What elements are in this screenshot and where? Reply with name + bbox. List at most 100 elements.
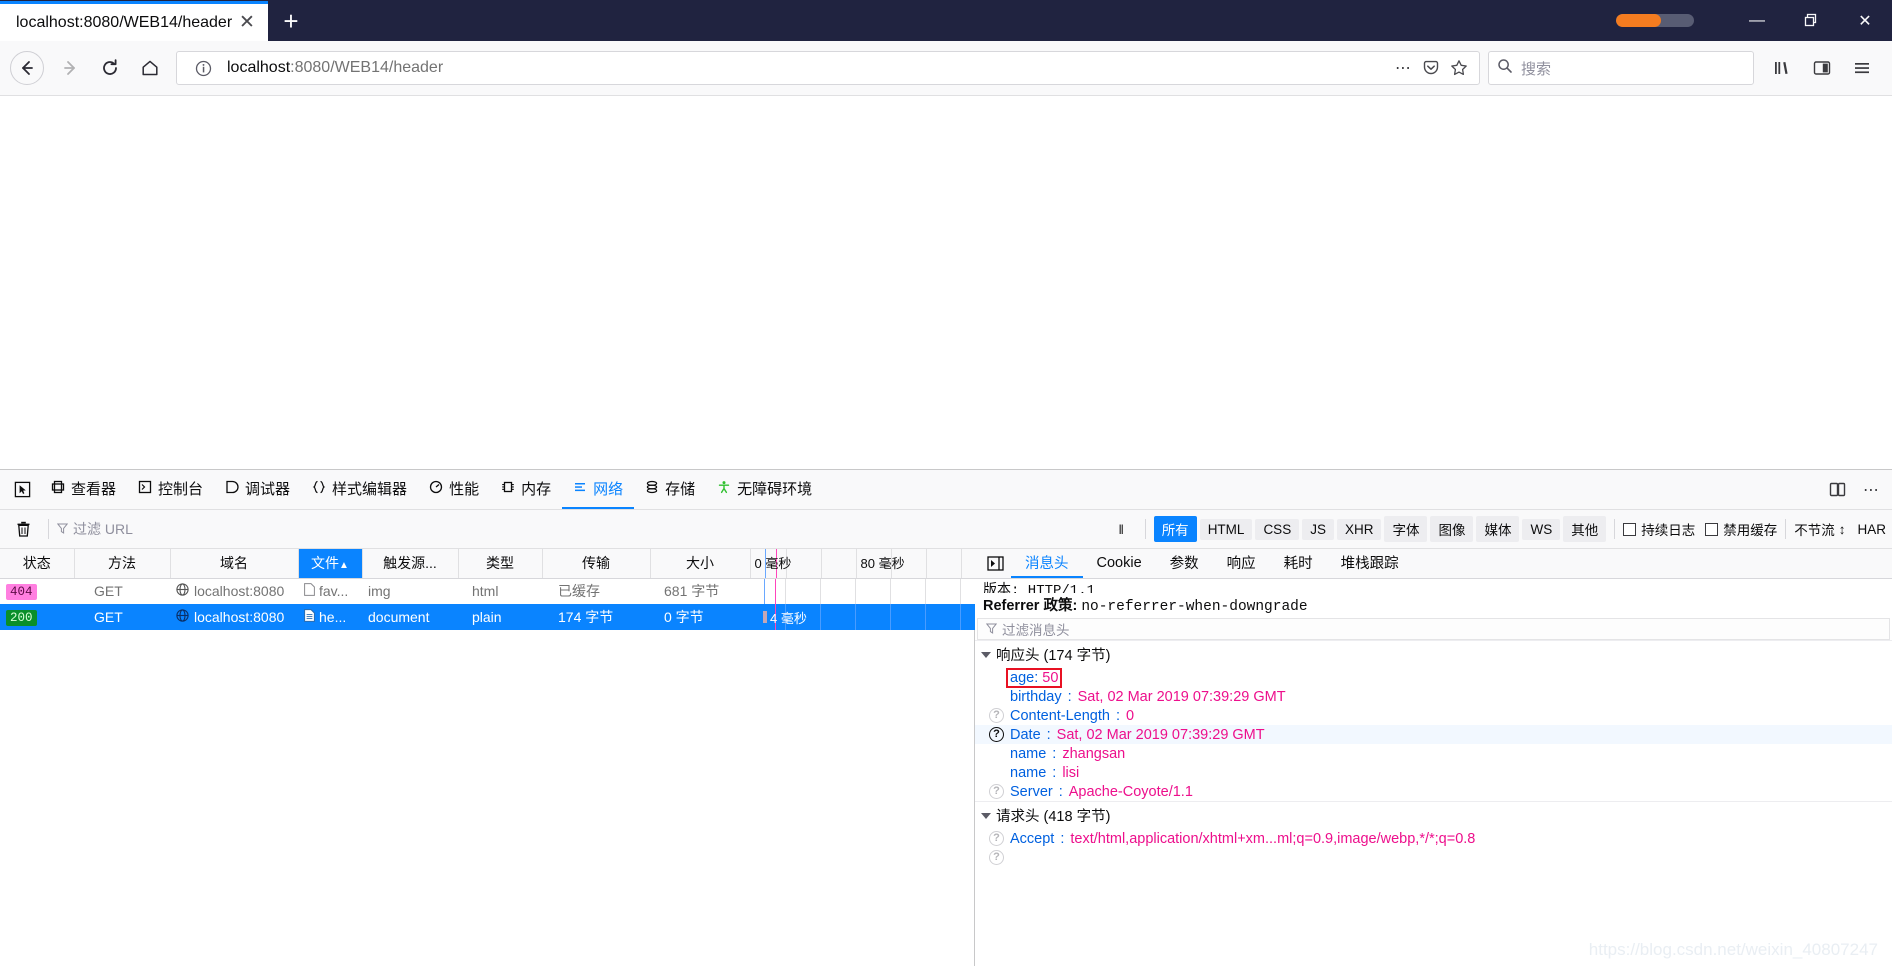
info-icon[interactable]: ? <box>989 708 1004 723</box>
ellipsis-icon[interactable]: ⋯ <box>1856 475 1886 505</box>
column-header-transfer[interactable]: 传输 <box>542 549 651 579</box>
new-tab-button[interactable]: + <box>270 1 312 41</box>
info-icon[interactable]: ? <box>989 850 1004 865</box>
filter-chip-ws[interactable]: WS <box>1522 518 1561 540</box>
cell-file: he... <box>298 604 362 630</box>
filter-chip-xhr[interactable]: XHR <box>1336 518 1382 540</box>
filter-chip-image[interactable]: 图像 <box>1430 516 1474 542</box>
network-filter-input[interactable]: 过滤 URL <box>56 516 1107 542</box>
filter-chip-all[interactable]: 所有 <box>1153 516 1197 542</box>
response-headers-group[interactable]: 响应头 (174 字节) <box>975 640 1892 668</box>
close-icon[interactable]: ✕ <box>234 10 260 36</box>
column-header-cause[interactable]: 触发源... <box>362 549 459 579</box>
info-icon[interactable] <box>189 54 217 82</box>
hamburger-menu-icon[interactable] <box>1842 48 1882 88</box>
request-headers-group[interactable]: 请求头 (418 字节) <box>975 801 1892 829</box>
persist-logs-checkbox[interactable]: 持续日志 <box>1623 519 1695 539</box>
header-value: Apache-Coyote/1.1 <box>1068 783 1193 800</box>
divider <box>1144 519 1146 539</box>
element-picker-icon[interactable] <box>4 470 40 509</box>
detail-tab-params[interactable]: 参数 <box>1156 549 1213 578</box>
detail-tab-timings[interactable]: 耗时 <box>1270 549 1327 578</box>
header-row-name-lisi[interactable]: name: lisi <box>975 763 1892 782</box>
filter-chip-other[interactable]: 其他 <box>1563 516 1607 542</box>
reload-button[interactable] <box>90 48 130 88</box>
forward-button[interactable] <box>50 48 90 88</box>
devtools-tab-style-editor[interactable]: 样式编辑器 <box>301 470 418 509</box>
info-icon <box>989 670 1004 685</box>
column-header-domain[interactable]: 域名 <box>170 549 299 579</box>
info-icon[interactable]: ? <box>989 727 1004 742</box>
column-header-status[interactable]: 状态 <box>0 549 75 579</box>
dock-toggle-icon[interactable] <box>1822 475 1852 505</box>
throttle-select[interactable]: 不节流 ↕ <box>1794 519 1845 539</box>
window-minimize-button[interactable]: — <box>1730 0 1784 41</box>
column-header-method[interactable]: 方法 <box>74 549 171 579</box>
sidebar-icon[interactable] <box>1802 48 1842 88</box>
header-value: Sat, 02 Mar 2019 07:39:29 GMT <box>1077 688 1286 705</box>
devtools-tab-performance[interactable]: 性能 <box>418 470 490 509</box>
window-close-button[interactable]: ✕ <box>1838 0 1892 41</box>
devtools-tab-label: 控制台 <box>158 481 204 498</box>
filter-chip-media[interactable]: 媒体 <box>1476 516 1520 542</box>
devtools-tab-console[interactable]: 控制台 <box>127 470 214 509</box>
browser-tab[interactable]: localhost:8080/WEB14/header ✕ <box>0 1 268 41</box>
home-button[interactable] <box>130 48 170 88</box>
header-row-birthday[interactable]: birthday: Sat, 02 Mar 2019 07:39:29 GMT <box>975 687 1892 706</box>
detail-tab-headers[interactable]: 消息头 <box>1011 549 1083 578</box>
header-value: lisi <box>1062 764 1080 781</box>
pocket-icon[interactable] <box>1417 54 1445 82</box>
detail-scroll-area[interactable]: 版本: HTTP/1.1 Referrer 政策: no-referrer-wh… <box>975 579 1892 966</box>
search-bar[interactable]: 搜索 <box>1488 51 1754 85</box>
filter-chip-js[interactable]: JS <box>1302 518 1334 540</box>
trash-icon[interactable] <box>6 515 40 543</box>
devtools-tab-debugger[interactable]: 调试器 <box>214 470 301 509</box>
devtools-tab-network[interactable]: 网络 <box>562 470 635 509</box>
filter-chip-css[interactable]: CSS <box>1255 518 1300 540</box>
info-icon[interactable]: ? <box>989 831 1004 846</box>
header-value: zhangsan <box>1062 745 1126 762</box>
har-button[interactable]: HAR <box>1857 522 1886 537</box>
filter-chip-font[interactable]: 字体 <box>1384 516 1428 542</box>
search-input[interactable]: 搜索 <box>1521 58 1551 79</box>
persist-logs-label: 持续日志 <box>1641 523 1696 538</box>
ellipsis-icon[interactable]: ⋯ <box>1389 54 1417 82</box>
panel-toggle-icon[interactable] <box>979 549 1011 578</box>
column-header-size[interactable]: 大小 <box>650 549 751 579</box>
column-header-type[interactable]: 类型 <box>458 549 543 579</box>
detail-tab-stacktrace[interactable]: 堆栈跟踪 <box>1327 549 1413 578</box>
header-row-name-zhangsan[interactable]: name: zhangsan <box>975 744 1892 763</box>
table-row[interactable]: 200 GET localhost:8080 he... document pl… <box>0 604 975 630</box>
library-icon[interactable] <box>1762 48 1802 88</box>
header-row-date[interactable]: ? Date: Sat, 02 Mar 2019 07:39:29 GMT <box>975 725 1892 744</box>
disable-cache-checkbox[interactable]: 禁用缓存 <box>1705 519 1777 539</box>
header-row-accept[interactable]: ? Accept: text/html,application/xhtml+xm… <box>975 829 1892 848</box>
cell-domain-text: localhost:8080 <box>194 583 285 600</box>
window-maximize-button[interactable] <box>1784 0 1838 41</box>
header-row-server[interactable]: ? Server: Apache-Coyote/1.1 <box>975 782 1892 801</box>
back-button[interactable] <box>10 51 44 85</box>
column-header-file-label: 文件 <box>311 555 340 572</box>
filter-chip-html[interactable]: HTML <box>1199 518 1253 540</box>
request-headers-label: 请求头 (418 字节) <box>996 809 1111 825</box>
chevron-down-icon <box>981 812 991 819</box>
column-header-file[interactable]: 文件▲ <box>298 549 363 579</box>
devtools-tab-inspector[interactable]: 查看器 <box>40 470 127 509</box>
header-row-content-length[interactable]: ? Content-Length: 0 <box>975 706 1892 725</box>
detail-tab-response[interactable]: 响应 <box>1213 549 1270 578</box>
column-header-timeline[interactable]: 0 毫秒 80 毫秒 <box>750 549 975 579</box>
table-row[interactable]: 404 GET localhost:8080 fav... img html 已… <box>0 578 975 604</box>
devtools-tab-accessibility[interactable]: 无障碍环境 <box>706 470 823 509</box>
info-icon[interactable]: ? <box>989 784 1004 799</box>
star-icon[interactable] <box>1445 54 1473 82</box>
header-row-partial[interactable]: ? <box>975 848 1892 867</box>
devtools-tab-memory[interactable]: 内存 <box>490 470 562 509</box>
headers-filter-input[interactable]: 过滤消息头 <box>977 618 1890 640</box>
pause-icon[interactable]: ‖ <box>1107 522 1137 537</box>
devtools-tab-label: 无障碍环境 <box>737 481 813 498</box>
header-row-age[interactable]: age: 50 <box>975 667 1892 688</box>
url-bar[interactable]: localhost:8080/WEB14/header ⋯ <box>176 51 1480 85</box>
detail-tab-cookie[interactable]: Cookie <box>1083 549 1156 578</box>
devtools-tab-storage[interactable]: 存储 <box>634 470 706 509</box>
browser-navigation-bar: localhost:8080/WEB14/header ⋯ 搜索 <box>0 41 1892 96</box>
